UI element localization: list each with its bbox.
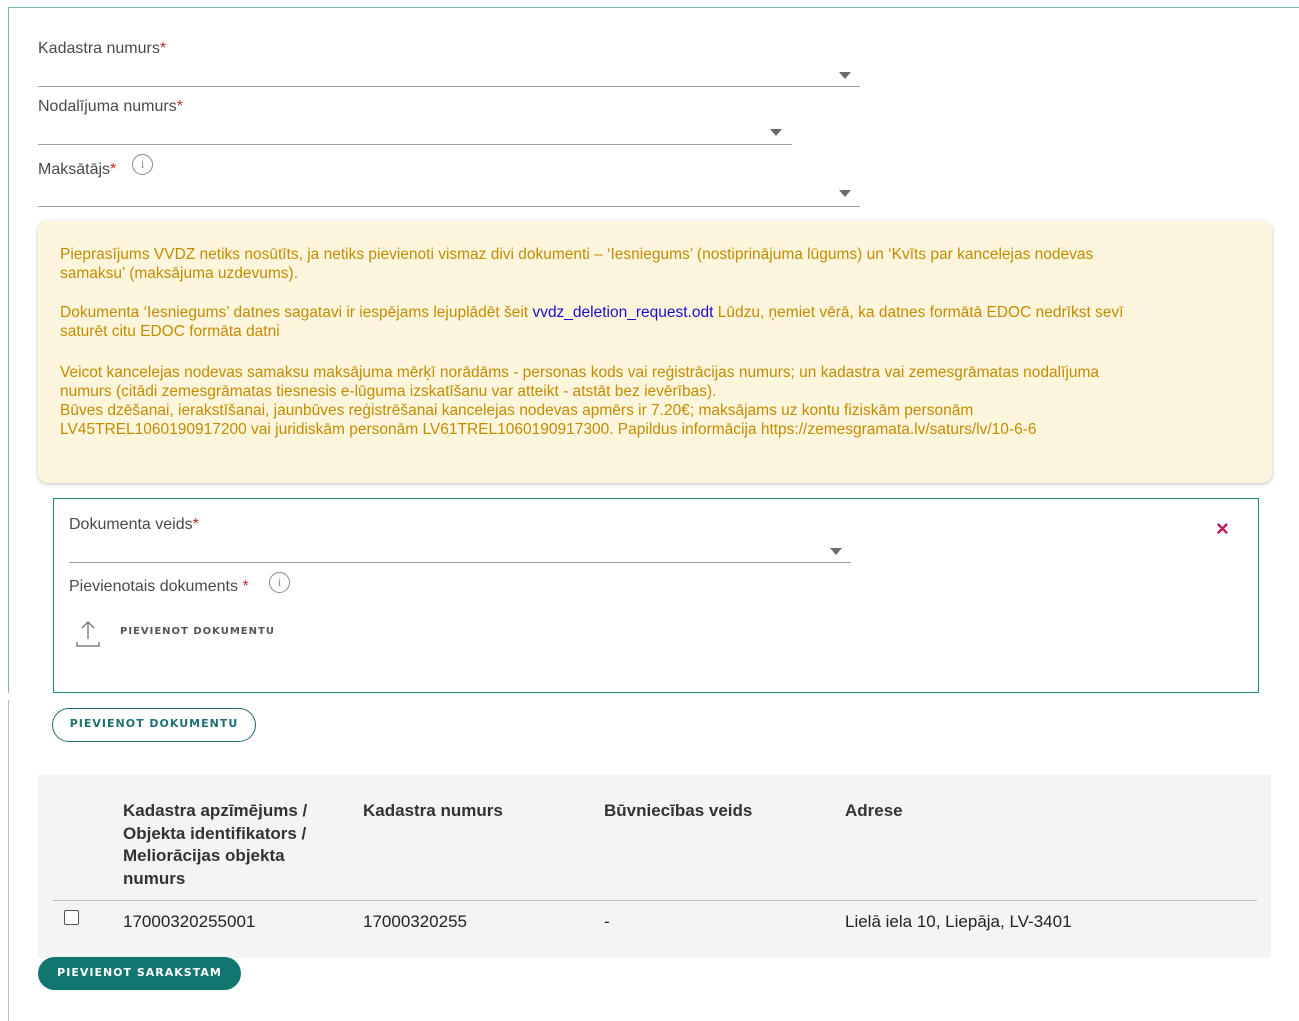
upload-document-label: PIEVIENOT DOKUMENTU (120, 626, 275, 637)
column-header-address: Adrese (845, 801, 903, 820)
section-number-label: Nodalījuma numurs* (38, 98, 183, 115)
warning-notice: Pieprasījums VVDZ netiks nosūtīts, ja ne… (38, 221, 1272, 483)
panel-border-left (8, 7, 9, 693)
add-document-button[interactable]: PIEVIENOT DOKUMENTU (52, 708, 256, 742)
cell-address: Lielā iela 10, Liepāja, LV-3401 (845, 912, 1072, 931)
notice-paragraph-2: Dokumenta ‘Iesniegums’ datnes sagatavi i… (60, 304, 1124, 340)
objects-table: Kadastra apzīmējums / Objekta identifika… (38, 775, 1271, 958)
chevron-down-icon[interactable] (770, 129, 782, 136)
payer-field[interactable]: Maksātājs* i (38, 152, 860, 208)
add-to-list-button[interactable]: PIEVIENOT SARAKSTAM (38, 957, 241, 990)
column-header-cadastre-number: Kadastra numurs (363, 801, 503, 820)
info-icon[interactable]: i (269, 572, 290, 593)
document-type-label: Dokumenta veids* (69, 516, 199, 533)
notice-paragraph-4: Būves dzēšanai, ierakstīšanai, jaunbūves… (60, 402, 1037, 438)
cadastre-number-field[interactable]: Kadastra numurs* (38, 40, 860, 88)
cadastre-number-underline (38, 86, 860, 87)
header-divider (53, 900, 1257, 901)
cadastre-number-label: Kadastra numurs* (38, 40, 167, 57)
section-number-underline (38, 144, 792, 145)
cell-designation: 17000320255001 (123, 912, 256, 931)
template-download-link[interactable]: vvdz_deletion_request.odt (532, 304, 713, 321)
chevron-down-icon[interactable] (839, 72, 851, 79)
document-type-underline (69, 562, 851, 563)
document-type-field[interactable]: Dokumenta veids* (69, 516, 851, 564)
cell-cadastre-number: 17000320255 (363, 912, 468, 931)
payer-label: Maksātājs* (38, 161, 117, 178)
chevron-down-icon[interactable] (839, 190, 851, 197)
attached-document-label: Pievienotais dokuments * (69, 578, 249, 595)
close-icon[interactable]: × (1216, 516, 1229, 542)
notice-paragraph-3: Veicot kancelejas nodevas samaksu maksāj… (60, 364, 1099, 400)
column-header-designation: Kadastra apzīmējums / Objekta identifika… (123, 801, 308, 888)
document-entry-box: Dokumenta veids* × Pievienotais dokument… (53, 498, 1259, 693)
payer-underline (38, 206, 860, 207)
chevron-down-icon[interactable] (830, 548, 842, 555)
panel-border-left-lower (8, 700, 9, 1021)
notice-paragraph-1: Pieprasījums VVDZ netiks nosūtīts, ja ne… (60, 246, 1094, 282)
column-header-construction-type: Būvniecības veids (604, 801, 753, 820)
row-checkbox[interactable] (64, 910, 79, 925)
section-number-field[interactable]: Nodalījuma numurs* (38, 98, 792, 146)
cell-construction-type: - (604, 912, 610, 931)
panel-border-top (8, 7, 1299, 8)
info-icon[interactable]: i (132, 154, 153, 175)
upload-icon (76, 621, 100, 647)
